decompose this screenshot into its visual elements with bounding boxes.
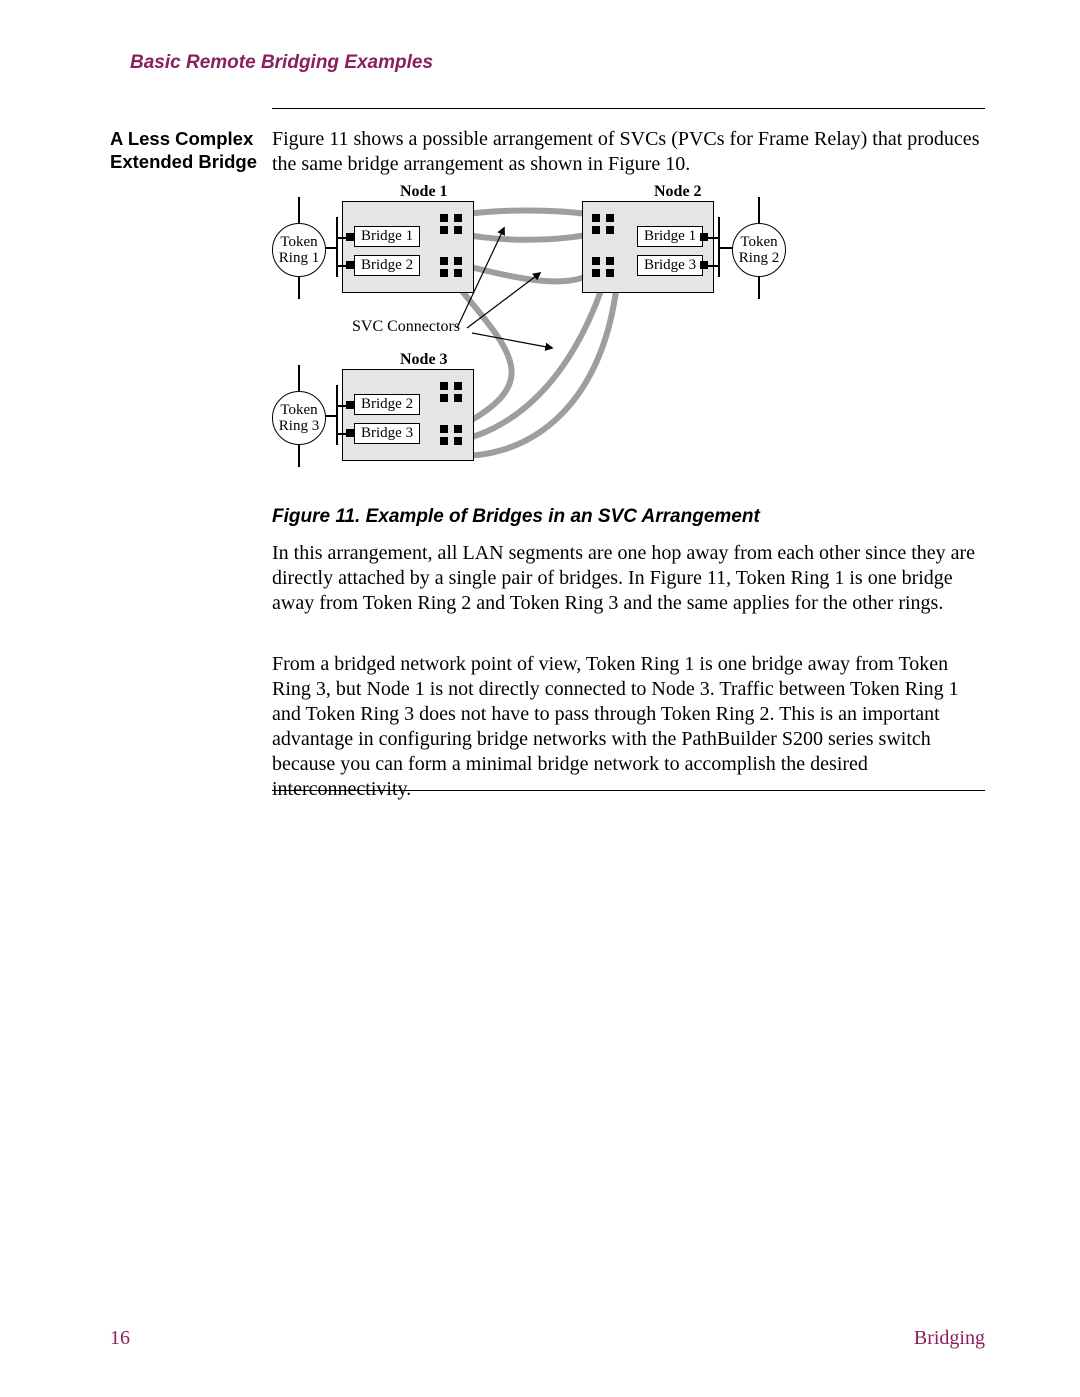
node3-bridge3: Bridge 3 xyxy=(354,423,420,444)
port xyxy=(592,214,600,222)
token-ring-2: Token Ring 2 xyxy=(732,223,786,277)
node2-box xyxy=(582,201,714,293)
page: Basic Remote Bridging Examples A Less Co… xyxy=(0,0,1080,1397)
figure-diagram: Node 1 Bridge 1 Bridge 2 Token Ring 1 No… xyxy=(272,183,812,483)
svc-connectors-label: SVC Connectors xyxy=(352,318,460,336)
node2-label: Node 2 xyxy=(654,183,702,201)
node3-bridge2: Bridge 2 xyxy=(354,394,420,415)
port xyxy=(592,226,600,234)
ring2-line2: Ring 2 xyxy=(739,250,779,267)
port xyxy=(606,269,614,277)
ring-stem xyxy=(298,197,300,225)
port xyxy=(606,226,614,234)
port xyxy=(440,257,448,265)
ring2-line1: Token xyxy=(740,234,777,251)
section-rule-top xyxy=(272,108,985,109)
port xyxy=(440,425,448,433)
port xyxy=(606,257,614,265)
bus-line xyxy=(336,405,348,407)
port xyxy=(440,214,448,222)
bus-line xyxy=(336,265,348,267)
port xyxy=(440,394,448,402)
intro-paragraph: Figure 11 shows a possible arrangement o… xyxy=(272,127,985,177)
port xyxy=(440,226,448,234)
node1-bridge2: Bridge 2 xyxy=(354,255,420,276)
doc-name-footer: Bridging xyxy=(914,1327,985,1350)
ring3-line1: Token xyxy=(280,402,317,419)
paragraph-2: From a bridged network point of view, To… xyxy=(272,652,985,802)
running-head: Basic Remote Bridging Examples xyxy=(130,52,433,74)
port xyxy=(454,425,462,433)
port xyxy=(592,269,600,277)
port xyxy=(454,226,462,234)
node1-label: Node 1 xyxy=(400,183,448,201)
ring1-line2: Ring 1 xyxy=(279,250,319,267)
port xyxy=(440,437,448,445)
bus-line xyxy=(706,265,720,267)
figure-caption: Figure 11. Example of Bridges in an SVC … xyxy=(272,505,985,529)
ring3-line2: Ring 3 xyxy=(279,418,319,435)
ring-stem xyxy=(298,365,300,393)
ring1-line1: Token xyxy=(280,234,317,251)
node3-label: Node 3 xyxy=(400,351,448,369)
bus-line xyxy=(336,237,348,239)
bus-line xyxy=(336,433,348,435)
token-ring-1: Token Ring 1 xyxy=(272,223,326,277)
port xyxy=(454,214,462,222)
bus-line xyxy=(706,237,720,239)
node2-bridge3: Bridge 3 xyxy=(637,255,703,276)
port xyxy=(606,214,614,222)
port xyxy=(454,437,462,445)
port xyxy=(454,269,462,277)
token-ring-3: Token Ring 3 xyxy=(272,391,326,445)
port xyxy=(440,382,448,390)
port xyxy=(454,257,462,265)
node1-bridge1: Bridge 1 xyxy=(354,226,420,247)
port xyxy=(592,257,600,265)
side-heading: A Less Complex Extended Bridge xyxy=(110,127,260,173)
ring-stem xyxy=(758,197,760,225)
port xyxy=(454,382,462,390)
port xyxy=(440,269,448,277)
port xyxy=(454,394,462,402)
paragraph-1: In this arrangement, all LAN segments ar… xyxy=(272,541,985,616)
page-number: 16 xyxy=(110,1327,130,1350)
node2-bridge1: Bridge 1 xyxy=(637,226,703,247)
